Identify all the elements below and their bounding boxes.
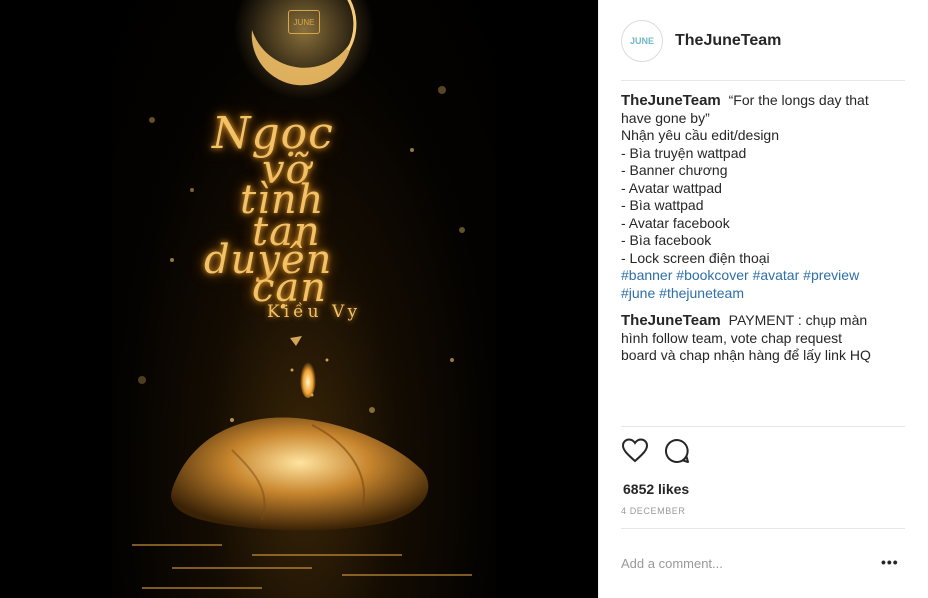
hashtag-link[interactable]: #thejuneteam	[659, 285, 744, 301]
cover-author: Kiều Vy	[267, 302, 362, 322]
post-header: JUNE TheJuneTeam	[621, 20, 781, 62]
post-side-panel: JUNE TheJuneTeam TheJuneTeam “For the lo…	[598, 0, 928, 598]
cover-logo: JUNE	[288, 10, 320, 34]
caption-username[interactable]: TheJuneTeam	[621, 92, 721, 109]
speech-bubble-icon[interactable]	[663, 437, 691, 465]
caption-line: - Avatar facebook	[621, 214, 730, 231]
likes-count[interactable]: 6852 likes	[623, 481, 689, 497]
divider	[621, 528, 905, 529]
hashtag-link[interactable]: #preview	[803, 267, 859, 283]
comment-text-line: PAYMENT : chụp màn	[728, 312, 868, 328]
comments-section: TheJuneTeam “For the longs day that have…	[621, 92, 905, 365]
comment-text-line: board và chap nhận hàng để lấy link HQ	[621, 347, 871, 363]
more-options-button[interactable]: •••	[881, 554, 899, 570]
divider	[621, 80, 905, 81]
action-bar	[621, 437, 691, 465]
post-modal: JUNE Ngọc vỡ tình tan duyên cạn Kiều Vy …	[0, 0, 928, 598]
heart-icon[interactable]	[621, 437, 649, 465]
thejuneteam-logo-icon[interactable]: JUNE	[621, 20, 663, 62]
hashtag-link[interactable]: #avatar	[753, 267, 800, 283]
caption-line: - Lock screen điện thoại	[621, 249, 770, 266]
comment-text-line: hình follow team, vote chap request	[621, 329, 843, 346]
caption-line: - Bìa facebook	[621, 232, 712, 248]
caption-line: Nhận yêu cầu edit/design	[621, 127, 779, 143]
hashtag-link[interactable]: #june	[621, 285, 655, 301]
caption-line: - Banner chương	[621, 162, 728, 178]
hashtag-link[interactable]: #banner	[621, 267, 672, 283]
post-date[interactable]: 4 DECEMBER	[621, 506, 686, 516]
caption-line: “For the longs day that	[728, 92, 869, 108]
comment: TheJuneTeam PAYMENT : chụp màn hình foll…	[621, 312, 905, 365]
divider	[621, 426, 905, 427]
post-image[interactable]: JUNE Ngọc vỡ tình tan duyên cạn Kiều Vy	[112, 0, 496, 598]
header-username[interactable]: TheJuneTeam	[675, 32, 781, 50]
caption-line: have gone by”	[621, 109, 710, 126]
add-comment-input[interactable]	[621, 553, 871, 573]
caption-line: - Avatar wattpad	[621, 179, 722, 196]
caption-line: - Bìa truyện wattpad	[621, 144, 747, 161]
caption: TheJuneTeam “For the longs day that have…	[621, 92, 905, 302]
comment-username[interactable]: TheJuneTeam	[621, 312, 721, 329]
caption-line: - Bìa wattpad	[621, 197, 704, 213]
hashtag-link[interactable]: #bookcover	[676, 267, 748, 283]
